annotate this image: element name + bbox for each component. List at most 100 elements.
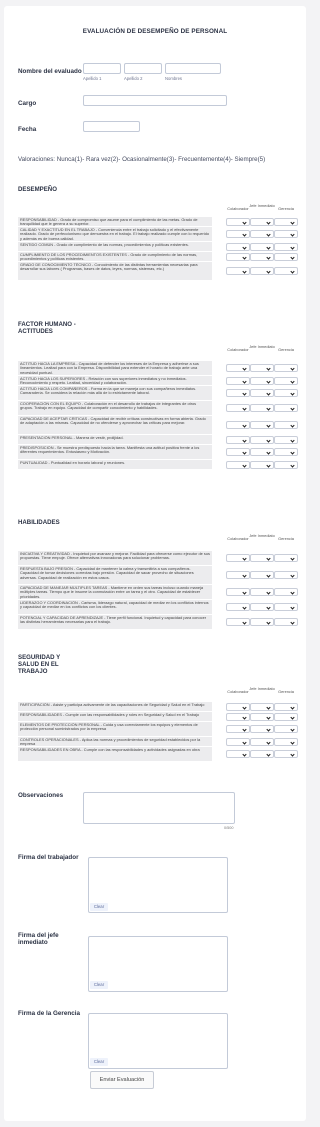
rating-select-gerencia[interactable] xyxy=(274,252,298,261)
rating-select-jefe[interactable] xyxy=(250,571,274,579)
rating-select-colaborador[interactable] xyxy=(226,230,250,238)
rating-select-jefe[interactable] xyxy=(250,252,274,261)
rating-select-colaborador[interactable] xyxy=(226,421,250,429)
rating-select-colaborador[interactable] xyxy=(226,603,250,611)
rating-select-gerencia[interactable] xyxy=(274,750,298,758)
cargo-label: Cargo xyxy=(18,100,37,107)
rating-select-jefe[interactable] xyxy=(250,750,274,758)
apellido1-input[interactable] xyxy=(83,63,121,74)
rating-select-colaborador[interactable] xyxy=(226,702,250,711)
signature-boss-clear-button[interactable]: Clear xyxy=(90,981,108,989)
rating-select-colaborador[interactable] xyxy=(226,460,250,469)
cargo-input[interactable] xyxy=(83,95,227,106)
rating-select-gerencia[interactable] xyxy=(274,448,298,456)
matrix-column-header: Gerencia xyxy=(278,689,294,694)
rating-select-colaborador[interactable] xyxy=(226,554,250,562)
matrix-column-header: Gerencia xyxy=(278,347,294,352)
rating-select-gerencia[interactable] xyxy=(274,404,298,412)
rating-select-colaborador[interactable] xyxy=(226,435,250,444)
rating-select-jefe[interactable] xyxy=(250,618,274,626)
apellido1-sublabel: Apellido 1 xyxy=(83,76,102,81)
rating-select-jefe[interactable] xyxy=(250,230,274,238)
rating-select-colaborador[interactable] xyxy=(226,618,250,626)
rating-select-gerencia[interactable] xyxy=(274,267,298,275)
rating-select-jefe[interactable] xyxy=(250,242,274,251)
rating-select-gerencia[interactable] xyxy=(274,364,298,372)
signature-worker-pad[interactable] xyxy=(88,857,228,913)
rating-select-jefe[interactable] xyxy=(250,725,274,733)
nombres-sublabel: Nombres xyxy=(165,76,182,81)
rating-select-colaborador[interactable] xyxy=(226,217,250,226)
rating-select-colaborador[interactable] xyxy=(226,364,250,372)
rating-select-gerencia[interactable] xyxy=(274,421,298,429)
rating-select-jefe[interactable] xyxy=(250,588,274,596)
rating-select-gerencia[interactable] xyxy=(274,554,298,562)
observaciones-textarea[interactable] xyxy=(83,792,235,824)
rating-select-jefe[interactable] xyxy=(250,603,274,611)
rating-select-gerencia[interactable] xyxy=(274,702,298,711)
rating-select-gerencia[interactable] xyxy=(274,217,298,226)
rating-select-jefe[interactable] xyxy=(250,421,274,429)
rating-select-gerencia[interactable] xyxy=(274,571,298,579)
matrix-row-label: COOPERACIÓN CON EL EQUIPO - Colaboración… xyxy=(20,401,197,411)
rating-select-jefe[interactable] xyxy=(250,389,274,397)
rating-select-colaborador[interactable] xyxy=(226,571,250,579)
char-counter: 0/500 xyxy=(224,826,234,830)
rating-select-colaborador[interactable] xyxy=(226,737,250,746)
rating-select-gerencia[interactable] xyxy=(274,376,298,385)
signature-management-pad[interactable] xyxy=(88,1013,228,1069)
rating-select-jefe[interactable] xyxy=(250,737,274,746)
matrix-row-label: CAPACIDAD DE ACEPTAR CRÍTICAS - Capacida… xyxy=(20,416,206,426)
rating-select-gerencia[interactable] xyxy=(274,230,298,238)
matrix-row-label: RESPONSABILIDADES - Cumple con las respo… xyxy=(20,712,200,717)
rating-select-gerencia[interactable] xyxy=(274,618,298,626)
rating-select-colaborador[interactable] xyxy=(226,448,250,456)
matrix-row-label: CAPACIDAD DE MANEJAR MÚLTIPLES TAREAS - … xyxy=(20,585,204,599)
rating-select-gerencia[interactable] xyxy=(274,712,298,721)
rating-select-gerencia[interactable] xyxy=(274,460,298,469)
rating-select-jefe[interactable] xyxy=(250,460,274,469)
rating-select-colaborador[interactable] xyxy=(226,389,250,397)
matrix-row-label: RESPONSABILIDAD - Grado de compromiso qu… xyxy=(20,217,198,227)
rating-select-colaborador[interactable] xyxy=(226,376,250,385)
fecha-input[interactable] xyxy=(83,121,140,132)
rating-select-colaborador[interactable] xyxy=(226,242,250,251)
rating-select-gerencia[interactable] xyxy=(274,603,298,611)
matrix-row-label: LIDERAZGO Y COORDINACIÓN - Carisma, lide… xyxy=(20,600,209,610)
apellido2-input[interactable] xyxy=(124,63,162,74)
rating-select-gerencia[interactable] xyxy=(274,242,298,251)
rating-select-jefe[interactable] xyxy=(250,364,274,372)
rating-select-jefe[interactable] xyxy=(250,702,274,711)
rating-select-gerencia[interactable] xyxy=(274,435,298,444)
rating-select-colaborador[interactable] xyxy=(226,404,250,412)
rating-select-jefe[interactable] xyxy=(250,267,274,275)
rating-select-jefe[interactable] xyxy=(250,217,274,226)
matrix-column-header: Gerencia xyxy=(278,536,294,541)
rating-select-gerencia[interactable] xyxy=(274,725,298,733)
rating-select-gerencia[interactable] xyxy=(274,588,298,596)
rating-select-jefe[interactable] xyxy=(250,448,274,456)
matrix-row-label: ELEMENTOS DE PROTECCIÓN PERSONAL - Cuida… xyxy=(20,722,198,732)
rating-select-colaborador[interactable] xyxy=(226,588,250,596)
rating-select-jefe[interactable] xyxy=(250,404,274,412)
rating-select-gerencia[interactable] xyxy=(274,389,298,397)
rating-select-jefe[interactable] xyxy=(250,554,274,562)
nombres-input[interactable] xyxy=(165,63,221,74)
matrix-row-label: CUMPLIMIENTO DE LOS PROCEDIMIENTOS EXIST… xyxy=(20,252,198,262)
signature-management-clear-button[interactable]: Clear xyxy=(90,1058,108,1066)
rating-select-colaborador[interactable] xyxy=(226,725,250,733)
signature-worker-clear-button[interactable]: Clear xyxy=(90,903,108,911)
rating-select-gerencia[interactable] xyxy=(274,737,298,746)
rating-select-colaborador[interactable] xyxy=(226,750,250,758)
signature-worker-label: Firma del trabajador xyxy=(18,854,79,861)
rating-select-jefe[interactable] xyxy=(250,376,274,385)
rating-select-colaborador[interactable] xyxy=(226,712,250,721)
form-card: EVALUACIÓN DE DESEMPEÑO DE PERSONAL Nomb… xyxy=(4,6,306,1121)
rating-select-colaborador[interactable] xyxy=(226,267,250,275)
rating-select-jefe[interactable] xyxy=(250,435,274,444)
matrix-row-label: INICIATIVA Y CREATIVIDAD - Inquietud por… xyxy=(20,551,210,561)
signature-boss-pad[interactable] xyxy=(88,936,228,992)
rating-select-jefe[interactable] xyxy=(250,712,274,721)
rating-select-colaborador[interactable] xyxy=(226,252,250,261)
submit-button[interactable]: Enviar Evaluación xyxy=(90,1071,154,1089)
